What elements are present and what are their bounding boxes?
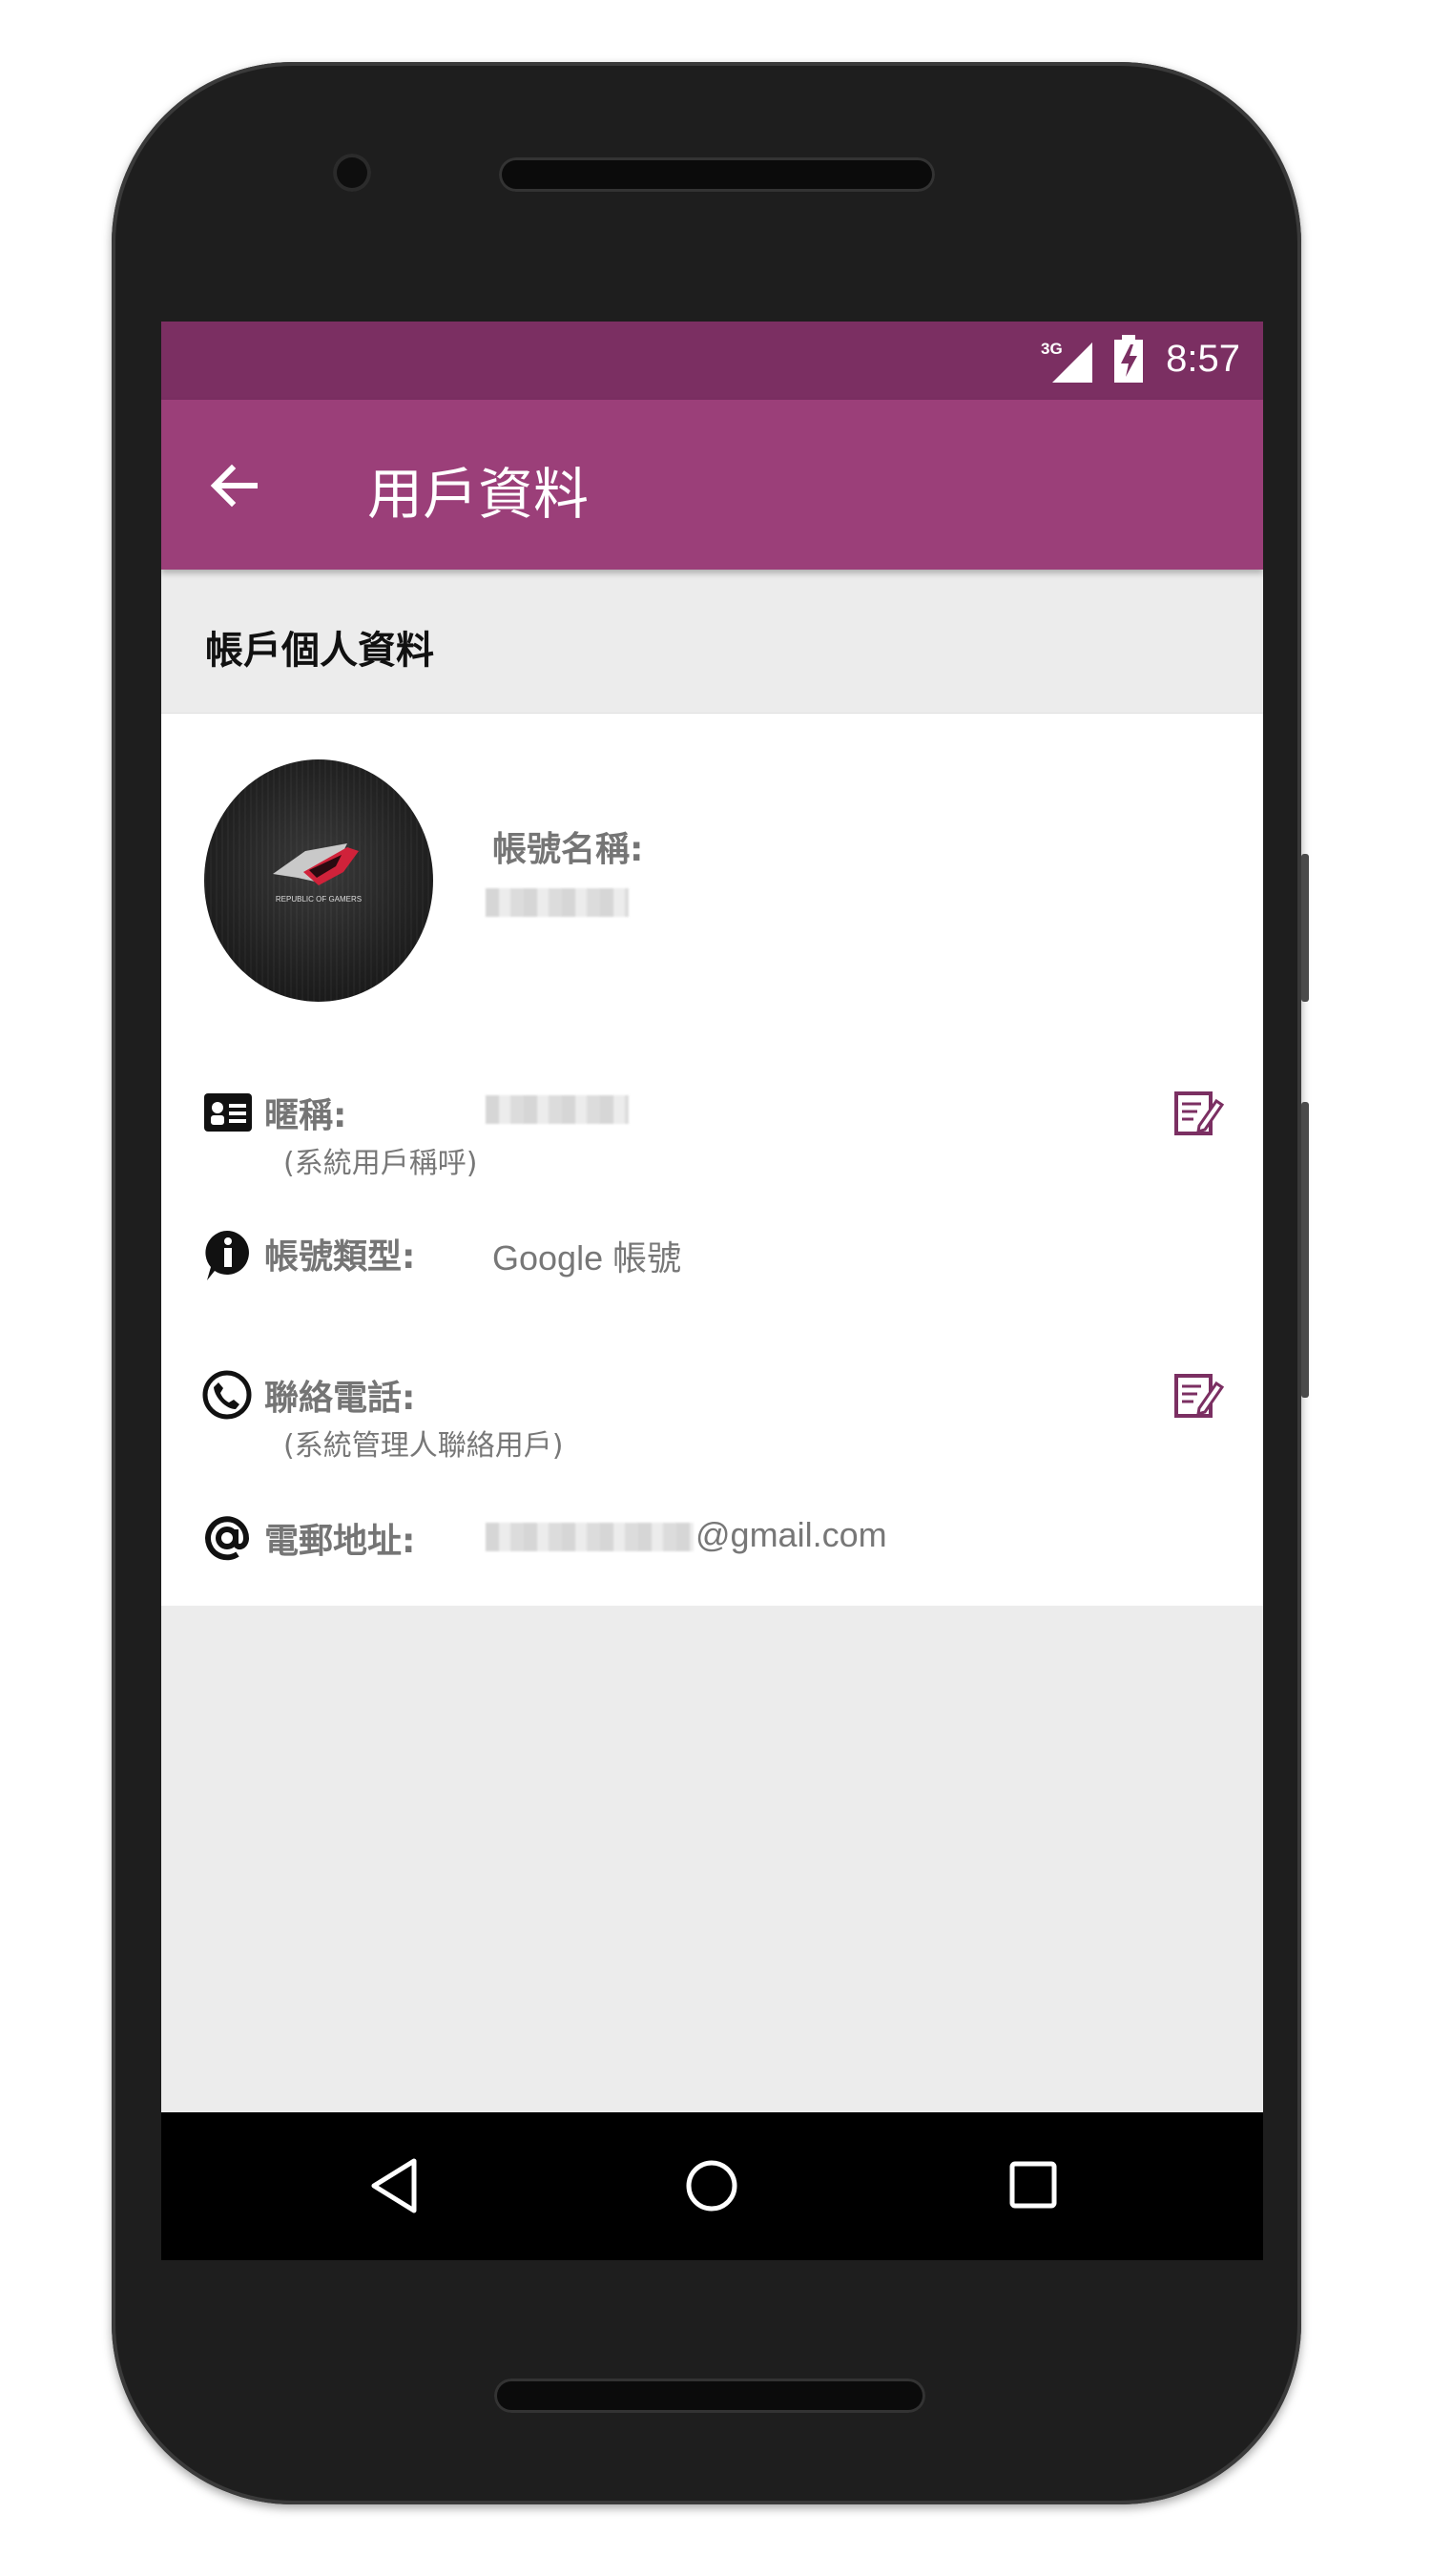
account-name-value-redacted — [486, 888, 629, 917]
nickname-note: (系統用戶稱呼) — [283, 1147, 478, 1180]
nav-recents-icon[interactable] — [1006, 2158, 1062, 2213]
app-bar: 用戶資料 — [161, 400, 1263, 570]
front-camera — [333, 154, 371, 192]
id-card-icon — [204, 1093, 252, 1132]
email-user-redacted — [486, 1523, 694, 1551]
section-title: 帳戶個人資料 — [205, 629, 434, 673]
edit-nickname-icon[interactable] — [1172, 1088, 1224, 1139]
avatar-caption: REPUBLIC OF GAMERS — [275, 895, 363, 904]
nav-back-icon[interactable] — [366, 2155, 424, 2216]
network-type: 3G — [1041, 340, 1063, 358]
status-time: 8:57 — [1166, 338, 1240, 380]
account-type-label: 帳號類型: — [264, 1237, 416, 1277]
phone-icon — [202, 1370, 252, 1420]
bottom-speaker — [494, 2379, 925, 2413]
email-label: 電郵地址: — [264, 1522, 416, 1561]
phone-note: (系統管理人聯絡用戶) — [283, 1429, 564, 1463]
nickname-value-redacted — [486, 1095, 629, 1124]
account-type-value: Google 帳號 — [492, 1238, 682, 1278]
status-bar: 3G 8:57 — [161, 322, 1263, 400]
at-sign-icon — [205, 1516, 250, 1561]
edit-phone-icon[interactable] — [1172, 1370, 1224, 1422]
phone-label: 聯絡電話: — [264, 1379, 416, 1418]
earpiece-speaker — [499, 157, 935, 192]
back-arrow-icon[interactable] — [207, 459, 260, 512]
power-button — [1301, 854, 1309, 1002]
nickname-label: 暱稱: — [264, 1096, 347, 1135]
volume-button — [1301, 1102, 1309, 1398]
page-title: 用戶資料 — [367, 462, 590, 527]
email-domain: @gmail.com — [695, 1515, 887, 1554]
system-nav-bar — [161, 2112, 1263, 2260]
rog-logo-icon — [204, 759, 433, 1002]
battery-charging-icon — [1114, 335, 1143, 383]
info-icon — [205, 1231, 249, 1280]
profile-card: REPUBLIC OF GAMERS 帳號名稱: 暱稱: (系統用戶稱呼) 帳號… — [161, 713, 1263, 1606]
nav-home-icon[interactable] — [681, 2155, 742, 2216]
account-name-label: 帳號名稱: — [492, 830, 644, 869]
app-screen: 3G 8:57 用戶資料 帳戶個人資料 REPUBLIC OF GAMERS 帳… — [161, 322, 1263, 2260]
avatar[interactable]: REPUBLIC OF GAMERS — [204, 759, 433, 1002]
signal-icon: 3G — [1041, 340, 1092, 383]
